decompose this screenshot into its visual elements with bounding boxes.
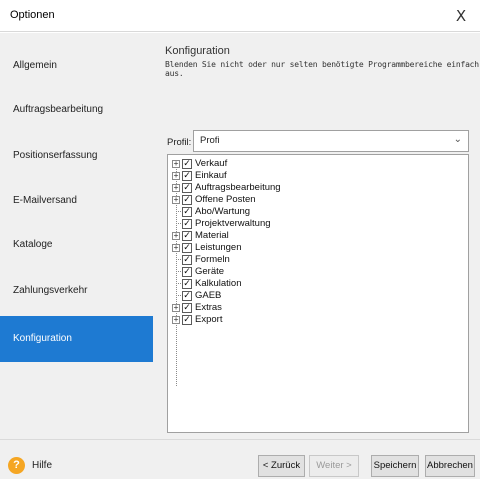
tree-connector	[176, 271, 181, 272]
tree-item-label: Extras	[195, 302, 222, 313]
tree-item-label: Offene Posten	[195, 194, 256, 205]
window-title: Optionen	[10, 9, 55, 21]
tree-item[interactable]: ✓ Geräte	[168, 266, 458, 278]
tree-item-label: Auftragsbearbeitung	[195, 182, 281, 193]
checkbox[interactable]: ✓	[182, 195, 192, 205]
checkbox[interactable]: ✓	[182, 231, 192, 241]
checkbox[interactable]: ✓	[182, 315, 192, 325]
tree-item[interactable]: + ✓ Einkauf	[168, 170, 458, 182]
checkbox[interactable]: ✓	[182, 291, 192, 301]
checkbox[interactable]: ✓	[182, 183, 192, 193]
tree-item-label: Verkauf	[195, 158, 228, 169]
close-icon[interactable]: X	[450, 5, 472, 27]
sidebar-item-e-mailversand[interactable]: E-Mailversand	[0, 178, 153, 224]
tree-item[interactable]: ✓ Projektverwaltung	[168, 218, 458, 230]
tree-item[interactable]: + ✓ Offene Posten	[168, 194, 458, 206]
tree-connector	[176, 259, 181, 260]
tree-connector	[176, 295, 181, 296]
checkbox[interactable]: ✓	[182, 279, 192, 289]
expand-icon[interactable]: +	[172, 196, 180, 204]
tree-item-label: GAEB	[195, 290, 222, 301]
main-panel: Konfiguration Blenden Sie nicht oder nur…	[153, 33, 480, 439]
tree-item-label: Projektverwaltung	[195, 218, 271, 229]
sidebar: Allgemein Auftragsbearbeitung Positionse…	[0, 33, 153, 439]
tree-item[interactable]: ✓ Abo/Wartung	[168, 206, 458, 218]
page-description: Blenden Sie nicht oder nur selten benöti…	[165, 60, 479, 78]
sidebar-item-positionserfassung[interactable]: Positionserfassung	[0, 133, 153, 179]
chevron-down-icon: ⌄	[453, 134, 462, 145]
checkbox[interactable]: ✓	[182, 243, 192, 253]
help-link[interactable]: Hilfe	[32, 460, 52, 471]
module-tree[interactable]: + ✓ Verkauf + ✓ Einkauf + ✓ Auftragsbear…	[167, 154, 469, 433]
checkbox[interactable]: ✓	[182, 159, 192, 169]
sidebar-item-auftragsbearbeitung[interactable]: Auftragsbearbeitung	[0, 87, 153, 133]
tree-item[interactable]: + ✓ Export	[168, 314, 458, 326]
profil-selected-value: Profi	[200, 135, 220, 146]
help-icon[interactable]: ?	[8, 457, 25, 474]
tree-item[interactable]: ✓ Kalkulation	[168, 278, 458, 290]
tree-item[interactable]: + ✓ Material	[168, 230, 458, 242]
cancel-button[interactable]: Abbrechen	[425, 455, 475, 477]
tree-item-label: Einkauf	[195, 170, 227, 181]
checkbox[interactable]: ✓	[182, 303, 192, 313]
checkbox[interactable]: ✓	[182, 255, 192, 265]
expand-icon[interactable]: +	[172, 160, 180, 168]
checkbox[interactable]: ✓	[182, 267, 192, 277]
tree-item-label: Leistungen	[195, 242, 242, 253]
tree-connector	[176, 283, 181, 284]
back-button[interactable]: < Zurück	[258, 455, 305, 477]
tree-item-label: Abo/Wartung	[195, 206, 251, 217]
tree-item-label: Kalkulation	[195, 278, 242, 289]
tree-item[interactable]: + ✓ Auftragsbearbeitung	[168, 182, 458, 194]
expand-icon[interactable]: +	[172, 244, 180, 252]
tree-item-label: Geräte	[195, 266, 225, 277]
tree-item-label: Formeln	[195, 254, 230, 265]
save-button[interactable]: Speichern	[371, 455, 419, 477]
expand-icon[interactable]: +	[172, 232, 180, 240]
profil-dropdown[interactable]: Profi ⌄	[193, 130, 469, 152]
profil-label: Profil:	[167, 137, 192, 148]
tree-item[interactable]: ✓ Formeln	[168, 254, 458, 266]
footer-bar: ? Hilfe < Zurück Weiter > Speichern Abbr…	[0, 439, 480, 479]
tree-connector	[176, 211, 181, 212]
tree-connector	[176, 223, 181, 224]
tree-item[interactable]: + ✓ Leistungen	[168, 242, 458, 254]
sidebar-item-konfiguration[interactable]: Konfiguration	[0, 316, 153, 362]
sidebar-item-kataloge[interactable]: Kataloge	[0, 222, 153, 268]
sidebar-item-zahlungsverkehr[interactable]: Zahlungsverkehr	[0, 268, 153, 314]
expand-icon[interactable]: +	[172, 172, 180, 180]
tree-item-label: Material	[195, 230, 229, 241]
sidebar-item-allgemein[interactable]: Allgemein	[0, 43, 153, 89]
page-title: Konfiguration	[165, 45, 230, 57]
next-button[interactable]: Weiter >	[309, 455, 359, 477]
tree-item[interactable]: + ✓ Verkauf	[168, 158, 458, 170]
expand-icon[interactable]: +	[172, 304, 180, 312]
tree-item[interactable]: ✓ GAEB	[168, 290, 458, 302]
tree-item-label: Export	[195, 314, 223, 325]
checkbox[interactable]: ✓	[182, 219, 192, 229]
expand-icon[interactable]: +	[172, 184, 180, 192]
title-bar: Optionen X	[0, 0, 480, 32]
tree-item[interactable]: + ✓ Extras	[168, 302, 458, 314]
checkbox[interactable]: ✓	[182, 171, 192, 181]
expand-icon[interactable]: +	[172, 316, 180, 324]
checkbox[interactable]: ✓	[182, 207, 192, 217]
